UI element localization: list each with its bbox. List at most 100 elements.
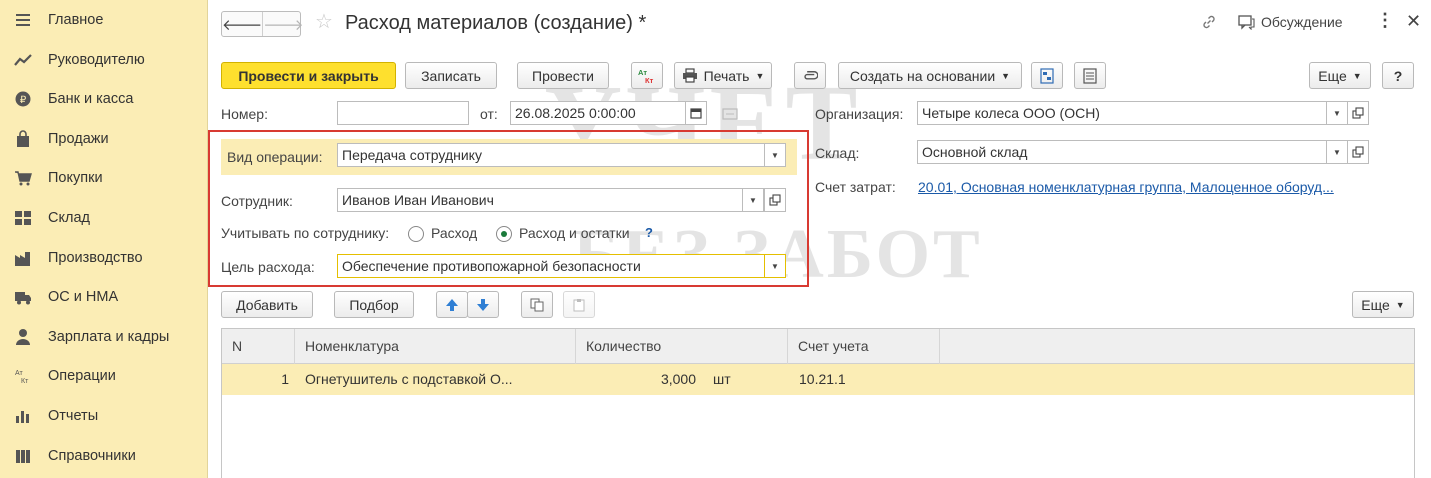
favorite-star-icon[interactable]: ☆ (315, 12, 333, 32)
sidebar-item-bank[interactable]: ₽ Банк и касса (0, 81, 208, 117)
column-header-quantity[interactable]: Количество (576, 329, 788, 364)
dt-kt-icon: АтКт (638, 68, 654, 85)
save-button[interactable]: Записать (405, 62, 497, 89)
bar-chart-icon (13, 406, 33, 426)
kebab-menu-icon[interactable]: ⋮ (1376, 10, 1394, 31)
operation-type-label: Вид операции: (227, 149, 323, 165)
copy-row-button[interactable] (521, 291, 553, 318)
sidebar-item-label: Операции (48, 368, 116, 384)
organization-open-button[interactable] (1347, 101, 1369, 125)
operation-type-field[interactable]: Передача сотруднику (337, 143, 765, 167)
table-header: N Номенклатура Количество Счет учета (222, 329, 1414, 364)
post-and-close-button[interactable]: Провести и закрыть (221, 62, 396, 89)
expense-purpose-dropdown[interactable]: ▼ (764, 254, 786, 278)
truck-icon (13, 287, 33, 307)
warehouse-field[interactable]: Основной склад (917, 140, 1327, 164)
close-icon[interactable]: ✕ (1406, 11, 1421, 32)
paste-button[interactable] (563, 291, 595, 318)
move-up-button[interactable] (436, 291, 468, 318)
chevron-down-icon: ▼ (755, 70, 765, 81)
navigation-buttons: 🡐 🡒 (221, 11, 303, 37)
svg-text:Кт: Кт (645, 76, 654, 85)
field-extra-icon (722, 107, 738, 123)
calendar-icon (690, 108, 702, 119)
svg-text:Ат: Ат (15, 370, 24, 377)
cost-account-label: Счет затрат: (815, 179, 896, 195)
sidebar-item-production[interactable]: Производство (0, 240, 208, 276)
chevron-down-icon: ▼ (771, 261, 779, 271)
help-link[interactable]: ? (645, 225, 653, 240)
page-title: Расход материалов (создание) * (345, 12, 647, 34)
arrow-up-icon (446, 298, 458, 311)
books-icon (13, 446, 33, 466)
employee-dropdown[interactable]: ▼ (742, 188, 764, 212)
person-icon (13, 327, 33, 347)
create-based-on-button[interactable]: Создать на основании ▼ (838, 62, 1022, 89)
svg-text:Кт: Кт (21, 378, 29, 385)
sidebar-item-label: Главное (48, 12, 104, 28)
column-header-account[interactable]: Счет учета (788, 329, 940, 364)
calendar-button[interactable] (685, 101, 707, 125)
sidebar-item-warehouse[interactable]: Склад (0, 200, 208, 236)
dt-kt-button[interactable]: Ат Кт (631, 62, 663, 89)
column-header-item[interactable]: Номенклатура (295, 329, 576, 364)
move-down-button[interactable] (467, 291, 499, 318)
attach-button[interactable] (794, 62, 826, 89)
table-more-button[interactable]: Еще ▼ (1352, 291, 1414, 318)
warehouse-dropdown[interactable]: ▼ (1326, 140, 1348, 164)
radio-expense[interactable] (408, 226, 424, 242)
pick-button[interactable]: Подбор (334, 291, 414, 318)
link-icon[interactable] (1201, 14, 1217, 30)
structure-button[interactable] (1031, 62, 1063, 89)
date-field[interactable]: 26.08.2025 0:00:00 (510, 101, 686, 125)
sidebar-item-salary[interactable]: Зарплата и кадры (0, 319, 208, 355)
table-row[interactable]: 1 Огнетушитель с подставкой О... 3,000 ш… (222, 364, 1414, 395)
column-header-n[interactable]: N (222, 329, 295, 364)
chevron-down-icon: ▼ (1333, 147, 1341, 157)
expense-purpose-label: Цель расхода: (221, 259, 315, 275)
sidebar-item-label: Продажи (48, 131, 109, 147)
employee-field[interactable]: Иванов Иван Иванович (337, 188, 743, 212)
report-button[interactable] (1074, 62, 1106, 89)
chevron-down-icon: ▼ (1395, 299, 1405, 310)
sidebar-item-manager[interactable]: Руководителю (0, 42, 208, 78)
cost-account-link[interactable]: 20.01, Основная номенклатурная группа, М… (918, 179, 1334, 195)
sidebar-item-reports[interactable]: Отчеты (0, 398, 208, 434)
help-icon: ? (1393, 67, 1403, 84)
sidebar-item-main[interactable]: Главное (0, 2, 208, 38)
number-field[interactable] (337, 101, 469, 125)
sidebar-item-fixed-assets[interactable]: ОС и НМА (0, 279, 208, 315)
add-row-button[interactable]: Добавить (221, 291, 313, 318)
sidebar-item-sales[interactable]: Продажи (0, 121, 208, 157)
chevron-down-icon: ▼ (749, 195, 757, 205)
more-button[interactable]: Еще ▼ (1309, 62, 1371, 89)
sidebar-item-operations[interactable]: Ат Кт Операции (0, 358, 208, 394)
sidebar-item-label: Банк и касса (48, 91, 134, 107)
organization-dropdown[interactable]: ▼ (1326, 101, 1348, 125)
operation-type-dropdown[interactable]: ▼ (764, 143, 786, 167)
warehouse-open-button[interactable] (1347, 140, 1369, 164)
discussion-button[interactable]: Обсуждение (1238, 14, 1343, 30)
print-button[interactable]: Печать ▼ (674, 62, 772, 89)
sidebar-item-purchases[interactable]: Покупки (0, 160, 208, 196)
materials-table: N Номенклатура Количество Счет учета 1 О… (221, 328, 1415, 478)
number-label: Номер: (221, 106, 268, 122)
sidebar-item-references[interactable]: Справочники (0, 438, 208, 474)
date-label: от: (480, 106, 498, 122)
expense-purpose-field[interactable]: Обеспечение противопожарной безопасности (337, 254, 765, 278)
open-icon (769, 194, 781, 206)
organization-field[interactable]: Четыре колеса ООО (ОСН) (917, 101, 1327, 125)
back-button[interactable]: 🡐 (222, 12, 262, 36)
svg-text:₽: ₽ (20, 95, 27, 106)
chevron-down-icon: ▼ (1001, 70, 1011, 81)
more-label: Еще (1318, 67, 1347, 84)
menu-icon (13, 10, 33, 30)
forward-button[interactable]: 🡒 (262, 12, 303, 36)
radio-expense-balance[interactable] (496, 226, 512, 242)
row-quantity: 3,000 (660, 371, 696, 387)
chat-icon (1238, 14, 1255, 30)
hierarchy-icon (1040, 67, 1054, 84)
employee-open-button[interactable] (764, 188, 786, 212)
post-button[interactable]: Провести (517, 62, 609, 89)
help-button[interactable]: ? (1382, 62, 1414, 89)
